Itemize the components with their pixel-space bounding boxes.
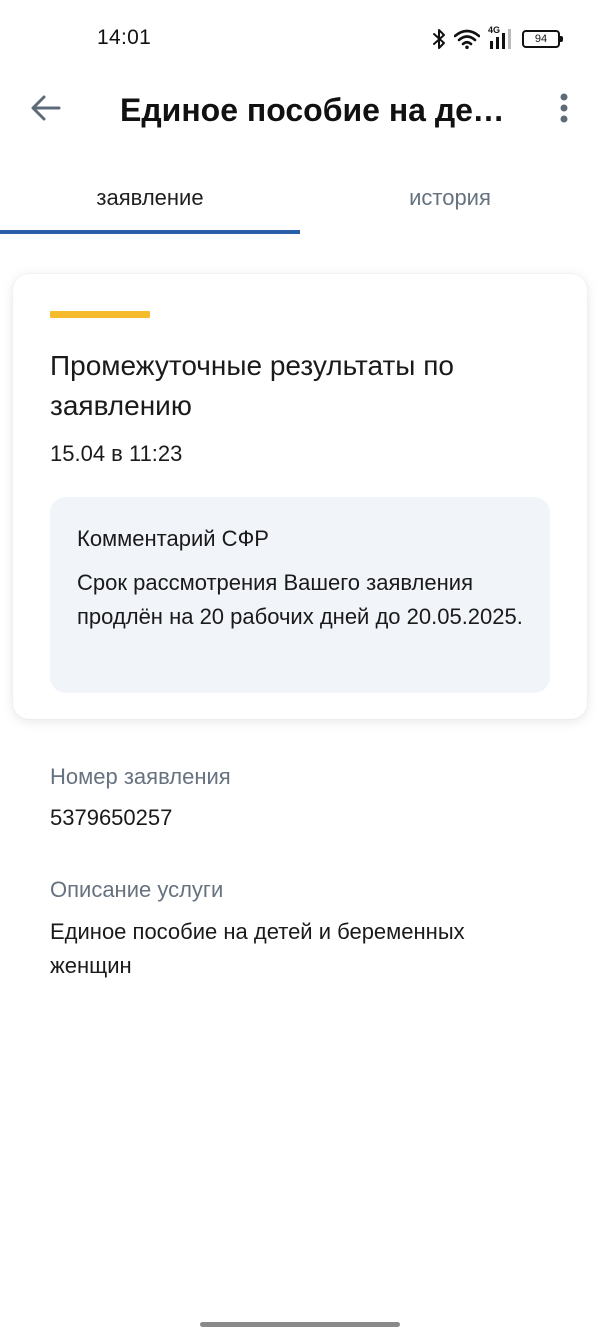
comment-title: Комментарий СФР xyxy=(77,526,269,551)
back-button[interactable] xyxy=(26,90,66,130)
more-vertical-icon xyxy=(560,93,568,128)
wifi-icon xyxy=(454,29,480,49)
tab-active-indicator xyxy=(0,230,300,234)
comment-box: Комментарий СФР Срок рассмотрения Вашего… xyxy=(50,497,550,693)
page-title: Единое пособие на дет… xyxy=(120,92,520,128)
tab-history[interactable]: история xyxy=(300,165,600,231)
signal-icon: 4G xyxy=(488,25,514,50)
status-time: 14:01 xyxy=(97,26,152,49)
arrow-left-icon xyxy=(31,95,61,126)
battery-level: 94 xyxy=(534,32,548,45)
status-date: 15.04 в 11:23 xyxy=(50,441,183,466)
home-indicator[interactable] xyxy=(200,1322,400,1327)
bluetooth-icon xyxy=(432,28,446,50)
status-accent-line xyxy=(50,311,150,318)
status-bar: 14:01 4G 94 xyxy=(0,0,600,78)
battery-icon: 94 xyxy=(522,30,563,48)
status-title: Промежуточные результаты по заявлению xyxy=(50,350,454,421)
application-number-label: Номер заявления xyxy=(50,764,231,789)
app-bar: Единое пособие на дет… xyxy=(0,78,600,142)
comment-text: Срок рассмотрения Вашего заявления продл… xyxy=(77,570,523,629)
tab-bar: заявление история xyxy=(0,165,600,235)
application-number-value: 5379650257 xyxy=(50,805,173,830)
service-description-label: Описание услуги xyxy=(50,877,224,902)
tab-application[interactable]: заявление xyxy=(0,165,300,231)
status-icons: 4G 94 xyxy=(432,25,563,52)
service-description-value: Единое пособие на детей и беременных жен… xyxy=(50,919,465,978)
more-options-button[interactable] xyxy=(548,90,580,130)
status-card: Промежуточные результаты по заявлению 15… xyxy=(13,274,587,719)
